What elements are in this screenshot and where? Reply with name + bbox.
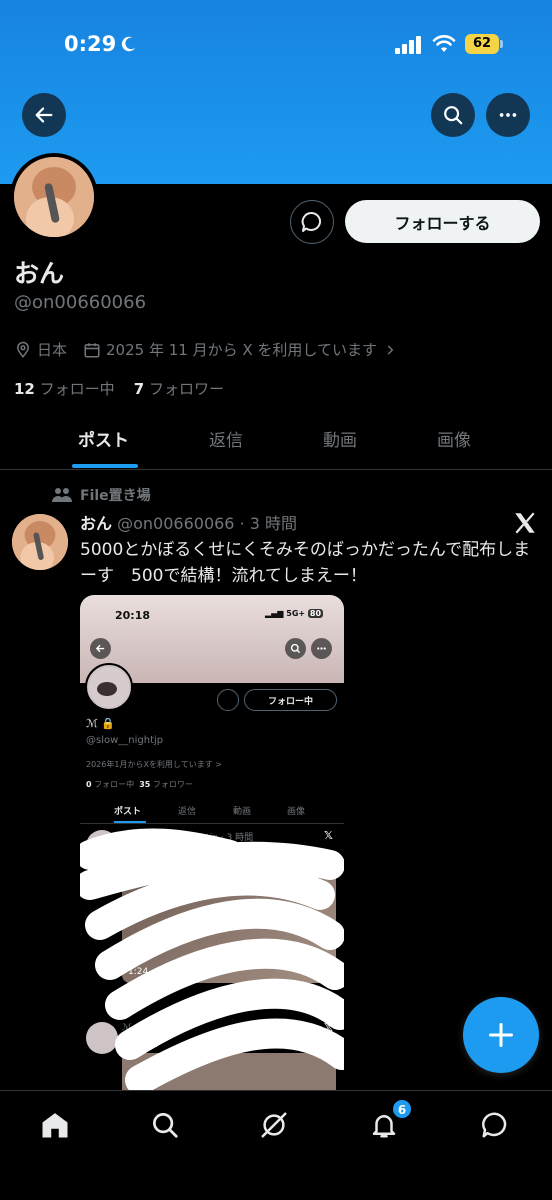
embedded-status-signal: ▂▄▆ 5G+ 80 [265,609,324,618]
profile-avatar[interactable] [10,153,98,241]
profile-meta: 日本 2025 年 11 月から X を利用しています [14,339,397,360]
tab-posts[interactable]: ポスト [78,426,129,451]
nav-search[interactable] [145,1105,185,1145]
following-link[interactable]: 12 フォロー中 [14,380,115,398]
cellular-signal-icon [395,36,421,54]
embedded-repost-icon [217,689,239,711]
grok-icon [261,1112,287,1138]
notification-badge: 6 [392,1099,412,1119]
more-horizontal-icon [499,113,517,117]
nav-home[interactable] [35,1105,75,1145]
post-context[interactable]: File置き場 [52,485,151,505]
profile-handle: @on00660066 [14,292,147,313]
bottom-navigation: 6 [0,1090,552,1200]
embedded-search-icon [285,638,306,659]
calendar-icon [84,342,100,357]
embedded-tab-replies: 返信 [178,807,197,817]
profile-display-name: おん [14,259,65,288]
community-icon [52,488,72,502]
tab-videos[interactable]: 動画 [323,426,357,451]
follow-counts: 12 フォロー中 7 フォロワー [14,378,224,399]
post-author-avatar[interactable] [12,514,68,570]
battery-indicator: 62 [465,34,503,54]
embedded-following-button: フォロー中 [244,689,337,711]
message-button[interactable] [290,200,334,244]
embedded-avatar [85,663,133,711]
profile-joined[interactable]: 2025 年 11 月から X を利用しています [106,339,377,360]
embedded-tab-posts: ポスト [114,807,142,817]
profile-banner [0,0,552,184]
avatar-image [12,514,68,570]
post-text: 5000とかぼるくせにくそみそのばっかだったんで配布しまーす 500で結構！流れ… [80,540,531,586]
search-icon [444,106,463,125]
wifi-icon [432,35,456,52]
message-bubble-icon [482,1112,507,1138]
compose-post-button[interactable] [463,997,539,1073]
moon-icon [121,36,136,52]
battery-level: 62 [465,34,499,54]
avatar-image [14,157,94,237]
embedded-name: ℳ 🔒 [86,717,115,730]
back-button[interactable] [22,93,66,137]
post-media-screenshot[interactable]: 20:18 ▂▄▆ 5G+ 80 フォロー中 ℳ 🔒 @slow__nightj… [80,595,344,1090]
nav-grok[interactable] [254,1105,294,1145]
more-options-button[interactable] [486,93,530,137]
followers-link[interactable]: 7 フォロワー [134,380,224,398]
embedded-joined: 2026年1月からXを利用しています > [86,760,222,769]
embedded-handle: @slow__nightjp [86,735,164,746]
x-logo-icon [515,512,535,534]
redaction-scribble [80,828,344,1090]
embedded-status-time: 20:18 [115,609,151,622]
profile-tabs: ポスト 返信 動画 画像 [0,418,552,470]
post-header: おん @on00660066 · 3 時間 [80,510,297,534]
embedded-tab-videos: 動画 [233,807,252,817]
location-pin-icon [16,341,30,358]
message-bubble-icon [301,211,321,232]
embedded-tabs: ポスト 返信 動画 画像 [80,798,344,824]
embedded-more-icon [311,638,332,659]
home-icon [42,1113,68,1138]
nav-messages[interactable] [475,1105,515,1145]
status-time: 0:29 [64,32,117,56]
chevron-right-icon [387,344,394,355]
embedded-battery: 80 [307,609,324,618]
post-author-name[interactable]: おん [80,514,112,533]
embedded-tab-images: 画像 [287,807,306,817]
tab-images[interactable]: 画像 [437,426,471,451]
plus-icon [488,1022,514,1048]
tab-replies[interactable]: 返信 [209,426,243,451]
lock-icon: 🔒 [101,717,115,730]
embedded-back-icon [90,638,111,659]
follow-button[interactable]: フォローする [345,200,540,243]
active-tab-indicator [72,464,138,468]
search-button[interactable] [431,93,475,137]
post-author-handle: @on00660066 · 3 時間 [117,514,298,533]
embedded-counts: 0 フォロー中 35 フォロワー [86,780,193,789]
search-icon [153,1113,178,1138]
arrow-left-icon [35,107,53,123]
profile-location: 日本 [37,341,68,359]
